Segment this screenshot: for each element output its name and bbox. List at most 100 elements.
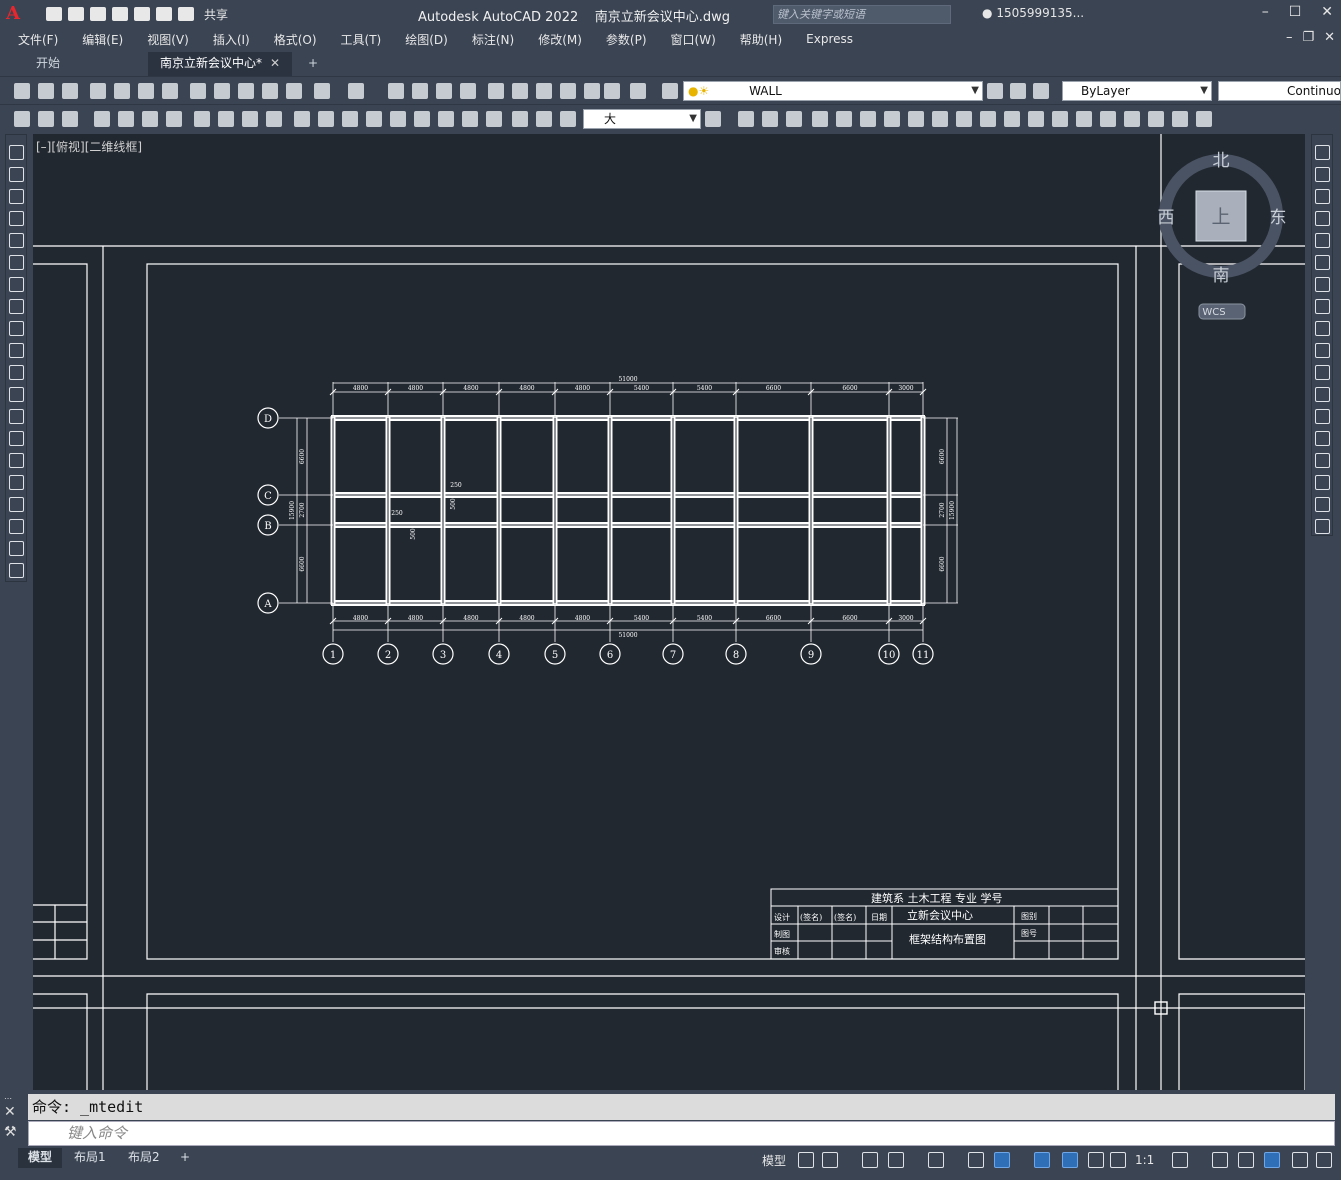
menu-parametric[interactable]: 参数(P)	[606, 31, 647, 48]
lineweight-icon[interactable]	[1034, 1152, 1050, 1168]
linetype-dropdown[interactable]: Continuous	[1218, 81, 1341, 101]
save-as-icon[interactable]	[112, 7, 128, 21]
explode-icon[interactable]	[1100, 111, 1116, 127]
menu-modify[interactable]: 修改(M)	[538, 31, 582, 48]
mirror-icon[interactable]	[786, 111, 802, 127]
rectangle-icon[interactable]	[9, 233, 24, 248]
menu-help[interactable]: 帮助(H)	[740, 31, 782, 48]
blend-curves-icon[interactable]	[1315, 497, 1330, 512]
jogged-linear-icon[interactable]	[486, 111, 502, 127]
scale-icon[interactable]	[908, 111, 924, 127]
sheet-set-icon[interactable]	[560, 83, 576, 99]
explode-icon[interactable]	[1315, 519, 1330, 534]
text-style-dropdown[interactable]: 大 ▼	[583, 109, 701, 129]
help-icon[interactable]	[630, 83, 646, 99]
fillet-icon[interactable]	[1315, 475, 1330, 490]
menu-window[interactable]: 窗口(W)	[671, 31, 716, 48]
calculator-icon[interactable]	[604, 83, 620, 99]
ellipse-arc-icon[interactable]	[9, 365, 24, 380]
trim-icon[interactable]	[1315, 343, 1330, 358]
layer-previous-icon[interactable]	[1010, 83, 1026, 99]
polygon-icon[interactable]	[9, 211, 24, 226]
save-icon[interactable]	[90, 7, 106, 21]
color-dropdown[interactable]: ByLayer ▼	[1062, 81, 1212, 101]
arc-length-icon[interactable]	[142, 111, 158, 127]
menu-draw[interactable]: 绘图(D)	[405, 31, 448, 48]
construction-line-icon[interactable]	[9, 167, 24, 182]
multiline-text-icon[interactable]	[9, 541, 24, 556]
tab-start[interactable]: 开始	[24, 52, 72, 76]
publish-icon[interactable]	[138, 83, 154, 99]
copy-icon[interactable]	[1315, 167, 1330, 182]
clean-screen-icon[interactable]	[1292, 1152, 1308, 1168]
transparency-icon[interactable]	[1062, 1152, 1078, 1168]
scale-icon[interactable]	[1315, 299, 1330, 314]
zoom-window-icon[interactable]	[436, 83, 452, 99]
close-icon[interactable]: ✕	[4, 1104, 26, 1124]
close-button[interactable]: ✕	[1321, 4, 1333, 20]
insert-block-icon[interactable]	[9, 387, 24, 402]
rotate-icon[interactable]	[1315, 277, 1330, 292]
polar-tracking-icon[interactable]	[888, 1152, 904, 1168]
layer-dropdown[interactable]: ●☀ WALL ▼	[683, 81, 983, 101]
mirror-icon[interactable]	[1315, 189, 1330, 204]
gradient-icon[interactable]	[9, 475, 24, 490]
hatch-edit-icon[interactable]	[1196, 111, 1212, 127]
extend-icon[interactable]	[1315, 365, 1330, 380]
layout-tab-add[interactable]: +	[170, 1148, 200, 1168]
copy-icon[interactable]	[214, 83, 230, 99]
cut-icon[interactable]	[190, 83, 206, 99]
grid-icon[interactable]	[798, 1152, 814, 1168]
zoom-realtime-icon[interactable]	[412, 83, 428, 99]
open-icon[interactable]	[38, 83, 54, 99]
qnew-icon[interactable]	[14, 83, 30, 99]
hardware-acceleration-icon[interactable]	[1264, 1152, 1280, 1168]
ordinate-dim-icon[interactable]	[166, 111, 182, 127]
redo-icon[interactable]	[348, 83, 364, 99]
erase-icon[interactable]	[1315, 145, 1330, 160]
share-button[interactable]: 共享	[204, 6, 228, 23]
snap-icon[interactable]	[822, 1152, 838, 1168]
make-block-icon[interactable]	[9, 409, 24, 424]
join-icon[interactable]	[1028, 111, 1044, 127]
undo-icon[interactable]	[314, 83, 330, 99]
menu-format[interactable]: 格式(O)	[274, 31, 317, 48]
redo-icon[interactable]	[178, 7, 194, 21]
tab-new[interactable]: +	[296, 52, 330, 76]
autocad-logo[interactable]: A	[6, 3, 32, 25]
copy-object-icon[interactable]	[762, 111, 778, 127]
dim-break-icon[interactable]	[390, 111, 406, 127]
ellipse-icon[interactable]	[9, 343, 24, 358]
rotate-icon[interactable]	[884, 111, 900, 127]
open-file-icon[interactable]	[68, 7, 84, 21]
maximize-button[interactable]: ☐	[1289, 4, 1302, 20]
block-editor-icon[interactable]	[286, 83, 302, 99]
new-file-icon[interactable]	[46, 7, 62, 21]
layout-tab-2[interactable]: 布局2	[118, 1148, 170, 1168]
grip-icon[interactable]: ⋯	[4, 1094, 26, 1104]
customization-icon[interactable]	[1316, 1152, 1332, 1168]
ungroup-icon[interactable]	[1172, 111, 1188, 127]
dim-update2-icon[interactable]	[560, 111, 576, 127]
menu-dimension[interactable]: 标注(N)	[472, 31, 514, 48]
search-input[interactable]: 键入关键字或短语	[773, 5, 951, 24]
save-icon[interactable]	[62, 83, 78, 99]
menu-view[interactable]: 视图(V)	[147, 31, 189, 48]
chamfer-icon[interactable]	[1315, 453, 1330, 468]
dim-edit-icon[interactable]	[38, 111, 54, 127]
ortho-icon[interactable]	[862, 1152, 878, 1168]
draworder-icon[interactable]	[1124, 111, 1140, 127]
menu-tools[interactable]: 工具(T)	[341, 31, 382, 48]
move-icon[interactable]	[1315, 255, 1330, 270]
linear-dim-icon[interactable]	[94, 111, 110, 127]
fillet-icon[interactable]	[1076, 111, 1092, 127]
tolerance-icon[interactable]	[414, 111, 430, 127]
menu-file[interactable]: 文件(F)	[18, 31, 58, 48]
offset-icon[interactable]	[1315, 211, 1330, 226]
match-properties-icon[interactable]	[262, 83, 278, 99]
tab-close-icon[interactable]: ✕	[270, 56, 280, 70]
tab-drawing[interactable]: 南京立新会议中心* ✕	[148, 52, 293, 76]
table-icon[interactable]	[9, 519, 24, 534]
quick-dim-icon[interactable]	[294, 111, 310, 127]
zoom-previous-icon[interactable]	[460, 83, 476, 99]
